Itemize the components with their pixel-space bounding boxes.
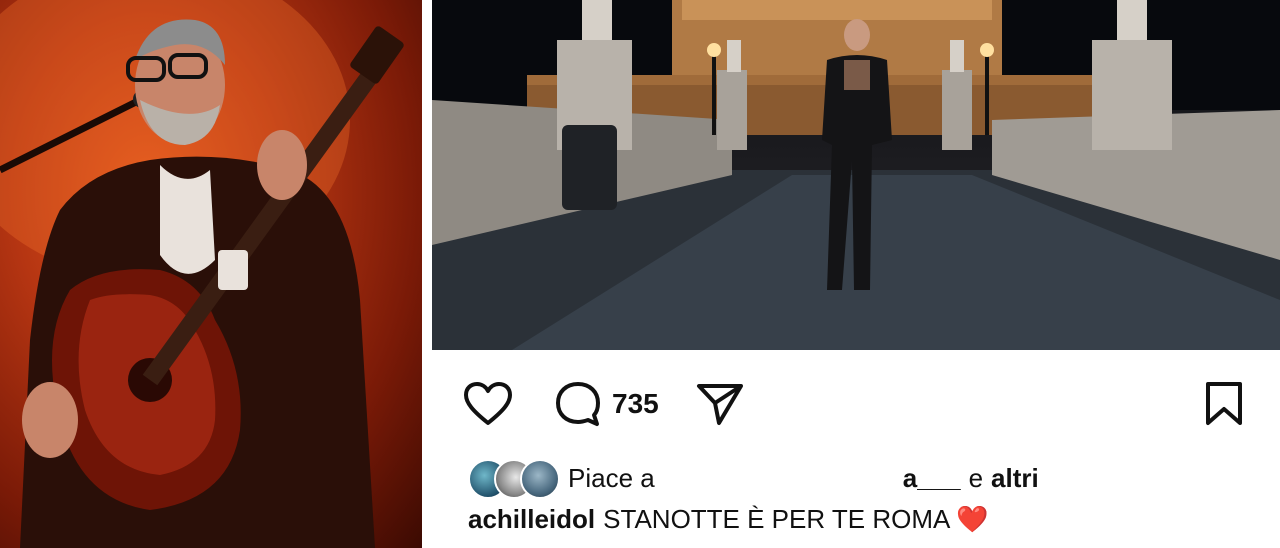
share-button[interactable] <box>694 380 746 428</box>
screenshot-root: 735 Piace a a___ e altri achilleidol STA… <box>0 0 1280 548</box>
likes-and: e <box>968 462 984 493</box>
caption-username[interactable]: achilleidol <box>468 504 595 534</box>
bookmark-icon <box>1206 382 1242 425</box>
post-caption: achilleidol STANOTTE È PER TE ROMA ❤️ <box>468 504 1268 535</box>
comment-button[interactable] <box>552 380 604 428</box>
heart-emoji: ❤️ <box>956 504 989 534</box>
post-actions-bar: 735 <box>432 372 1280 436</box>
comment-count[interactable]: 735 <box>612 388 659 420</box>
paper-plane-icon <box>697 384 743 425</box>
avatar <box>520 459 560 499</box>
comment-bubble-icon <box>556 382 600 426</box>
likes-prefix: Piace a <box>568 462 655 493</box>
liker-avatars <box>468 458 564 499</box>
liker-username[interactable]: a___ <box>903 463 961 494</box>
post-image[interactable] <box>432 0 1280 350</box>
likes-others-link[interactable]: altri <box>991 463 1039 494</box>
likes-summary[interactable]: Piace a a___ e altri <box>468 458 1268 499</box>
save-button[interactable] <box>1198 380 1250 428</box>
like-button[interactable] <box>462 380 514 428</box>
instagram-post: 735 Piace a a___ e altri achilleidol STA… <box>432 0 1280 548</box>
caption-text: STANOTTE È PER TE ROMA <box>603 504 951 534</box>
heart-outline-icon <box>464 382 512 425</box>
concert-photo <box>0 0 422 548</box>
